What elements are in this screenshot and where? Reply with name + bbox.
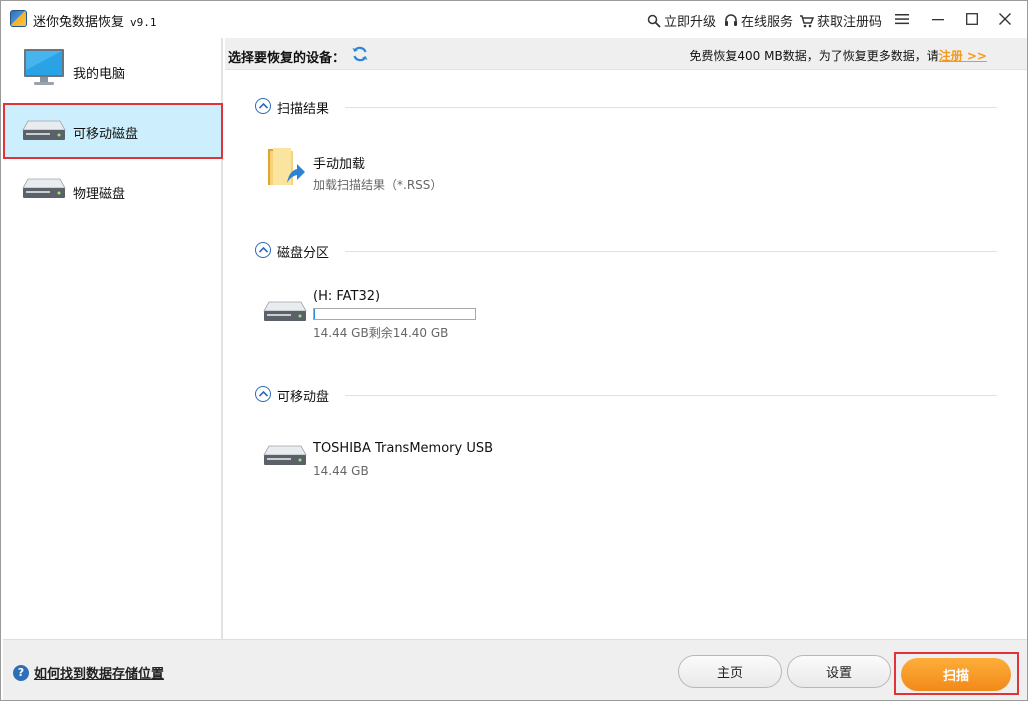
folder-load-icon — [268, 148, 305, 185]
collapse-icon[interactable] — [255, 98, 271, 114]
app-version: v9.1 — [130, 16, 157, 29]
removable-disk-icon — [22, 120, 66, 140]
section-title: 磁盘分区 — [277, 246, 330, 261]
sidebar-item-physical-disk[interactable]: 物理磁盘 — [3, 161, 223, 217]
removable-disk-title: TOSHIBA TransMemory USB — [313, 441, 494, 456]
maximize-button[interactable] — [959, 7, 985, 31]
section-title: 扫描结果 — [277, 102, 330, 117]
sidebar: 我的电脑 可移动磁盘 物理磁盘 — [3, 38, 223, 639]
partition-subtitle: 14.44 GB剩余14.40 GB — [313, 326, 449, 340]
get-code-link[interactable]: 获取注册码 — [799, 11, 882, 30]
partition-usage-bar — [313, 308, 476, 320]
scan-button-highlight: 扫描 — [894, 652, 1019, 695]
device-select-label: 选择要恢复的设备： — [228, 51, 346, 66]
help-link-text: 如何找到数据存储位置 — [34, 667, 165, 682]
minimize-icon — [932, 19, 944, 21]
headset-icon — [725, 13, 737, 26]
collapse-icon[interactable] — [255, 242, 271, 258]
section-scan-results[interactable]: 扫描结果 — [255, 97, 997, 117]
section-divider — [345, 107, 997, 108]
manual-load-item[interactable]: 手动加载 加载扫描结果（*.RSS） — [265, 145, 515, 192]
monitor-icon — [24, 49, 64, 85]
title-bar: 迷你兔数据恢复 v9.1 立即升级 在线服务 获取注册码 — [1, 1, 1027, 37]
sidebar-item-removable-disk[interactable]: 可移动磁盘 — [3, 103, 223, 159]
menu-button[interactable] — [889, 7, 915, 31]
main-panel: 扫描结果 手动加载 加载扫描结果（*.RSS） 磁盘分区 (H: FAT32) … — [225, 71, 1027, 639]
app-name: 迷你兔数据恢复 — [33, 15, 125, 30]
free-quota-message: 免费恢复400 MB数据，为了恢复更多数据，请注册 >> — [689, 47, 987, 64]
removable-disk-item[interactable]: TOSHIBA TransMemory USB 14.44 GB — [263, 437, 543, 483]
cart-icon — [800, 14, 814, 27]
hamburger-icon — [895, 14, 909, 25]
sidebar-item-label: 我的电脑 — [73, 67, 126, 82]
sidebar-item-label: 可移动磁盘 — [73, 127, 139, 142]
close-icon — [999, 13, 1011, 25]
scan-button[interactable]: 扫描 — [901, 658, 1011, 691]
section-divider — [345, 251, 997, 252]
online-service-link[interactable]: 在线服务 — [724, 11, 793, 30]
collapse-icon[interactable] — [255, 386, 271, 402]
settings-button[interactable]: 设置 — [787, 655, 891, 688]
get-code-label: 获取注册码 — [817, 15, 883, 30]
sidebar-item-label: 物理磁盘 — [73, 187, 126, 202]
manual-load-title: 手动加载 — [313, 157, 366, 172]
section-divider — [345, 395, 997, 396]
help-icon: ? — [13, 664, 29, 681]
register-link[interactable]: 注册 >> — [939, 49, 987, 63]
app-logo-icon — [10, 10, 27, 27]
free-quota-text: 免费恢复400 MB数据，为了恢复更多数据，请 — [689, 49, 939, 63]
device-toolbar: 选择要恢复的设备： 免费恢复400 MB数据，为了恢复更多数据，请注册 >> — [225, 38, 1027, 70]
minimize-button[interactable] — [925, 7, 951, 31]
upgrade-link[interactable]: 立即升级 — [647, 11, 716, 30]
home-button[interactable]: 主页 — [678, 655, 782, 688]
section-partitions[interactable]: 磁盘分区 — [255, 241, 997, 261]
refresh-button[interactable] — [351, 45, 369, 67]
sidebar-item-my-computer[interactable]: 我的电脑 — [3, 41, 223, 97]
window-title: 迷你兔数据恢复 v9.1 — [33, 11, 157, 30]
app-window: 迷你兔数据恢复 v9.1 立即升级 在线服务 获取注册码 我的电脑 可移动磁盘 … — [0, 0, 1028, 701]
usb-drive-icon — [263, 445, 307, 465]
section-removable[interactable]: 可移动盘 — [255, 385, 997, 405]
partition-item[interactable]: (H: FAT32) 14.44 GB剩余14.40 GB — [263, 287, 523, 340]
refresh-icon — [352, 46, 368, 62]
drive-icon — [263, 301, 307, 321]
manual-load-subtitle: 加载扫描结果（*.RSS） — [313, 178, 443, 192]
maximize-icon — [966, 13, 978, 25]
section-title: 可移动盘 — [277, 390, 330, 405]
online-service-label: 在线服务 — [741, 15, 794, 30]
partition-title: (H: FAT32) — [313, 289, 381, 304]
help-link[interactable]: ? 如何找到数据存储位置 — [13, 663, 164, 682]
upgrade-label: 立即升级 — [664, 15, 717, 30]
removable-disk-subtitle: 14.44 GB — [313, 464, 369, 478]
close-button[interactable] — [992, 7, 1018, 31]
search-icon — [647, 14, 661, 28]
physical-disk-icon — [22, 178, 66, 198]
footer-bar: ? 如何找到数据存储位置 主页 设置 扫描 — [3, 639, 1027, 700]
